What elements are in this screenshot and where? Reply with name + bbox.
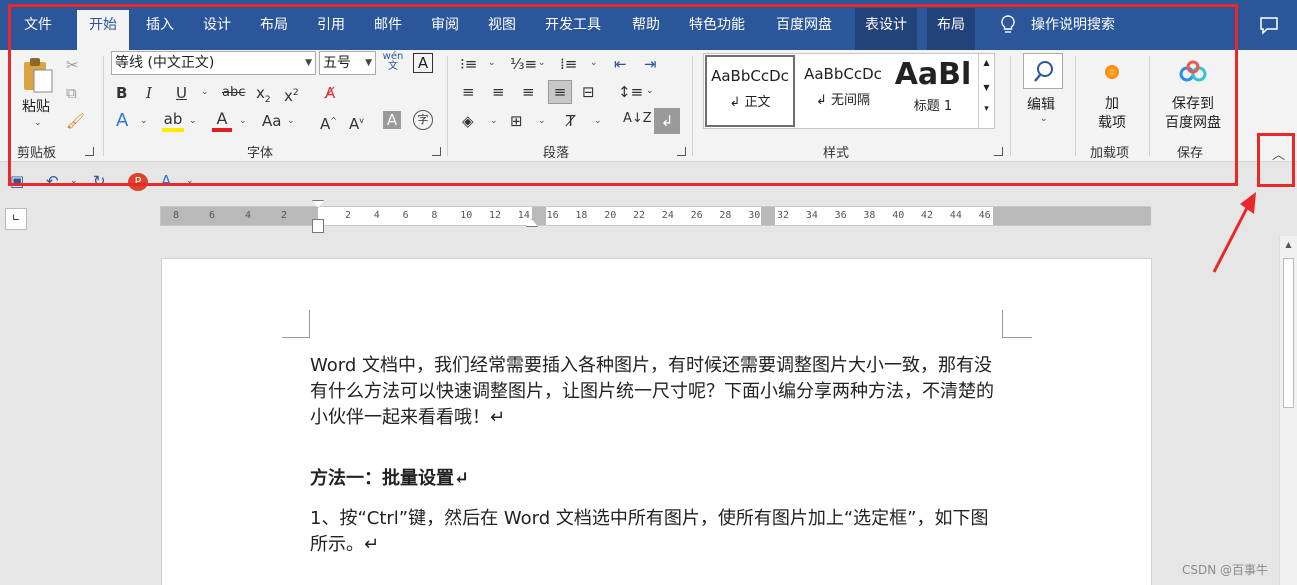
ruler-tick: 44: [949, 210, 962, 221]
ruler-tick: 22: [633, 210, 646, 221]
ruler-column-marker[interactable]: [761, 207, 775, 225]
scroll-up-icon[interactable]: ▲: [1280, 240, 1297, 249]
ruler-tick: 20: [604, 210, 617, 221]
highlight-ribbon-box: [8, 4, 1238, 186]
ruler-tick: 10: [460, 210, 473, 221]
ruler-tick: 34: [805, 210, 818, 221]
annotation-arrow: [1210, 190, 1260, 275]
body-paragraph[interactable]: 1、按“Ctrl”键，然后在 Word 文档选中所有图片，使所有图片加上“选定框…: [310, 506, 1000, 558]
ruler-tick: 6: [402, 210, 409, 221]
ruler-tick: 2: [281, 210, 288, 221]
body-paragraph[interactable]: Word 文档中，我们经常需要插入各种图片，有时候还需要调整图片大小一致，那有没…: [310, 353, 1000, 431]
tab-selector-icon[interactable]: ∟: [5, 208, 27, 230]
ruler-tick: 28: [719, 210, 732, 221]
ruler-tick: 40: [892, 210, 905, 221]
ruler-tick: 2: [345, 210, 352, 221]
ruler-tick: 26: [690, 210, 703, 221]
ruler-tick: 38: [863, 210, 876, 221]
ruler-tick: 8: [431, 210, 438, 221]
ruler-tick: 36: [834, 210, 847, 221]
ruler-tick: 12: [489, 210, 502, 221]
watermark: CSDN @百事牛: [1182, 563, 1269, 577]
ruler-tick: 42: [921, 210, 934, 221]
ruler-tick: 4: [245, 210, 252, 221]
ruler-tick: 32: [777, 210, 790, 221]
ruler-margin-left: [161, 207, 318, 225]
ruler-tick: 6: [209, 210, 216, 221]
hanging-indent-marker[interactable]: [312, 219, 324, 233]
ruler-tick: 8: [173, 210, 180, 221]
ruler-margin-right: [993, 207, 1151, 225]
ruler-tick: 24: [661, 210, 674, 221]
scroll-thumb[interactable]: [1283, 258, 1294, 408]
vertical-scrollbar[interactable]: ▲: [1279, 236, 1297, 585]
highlight-collapse-box: [1257, 133, 1295, 187]
ruler-tick: 46: [978, 210, 991, 221]
ruler-tick: 4: [373, 210, 380, 221]
ruler-tick: 16: [546, 210, 559, 221]
section-heading[interactable]: 方法一：批量设置↵: [310, 466, 1000, 492]
comments-icon[interactable]: [1258, 15, 1280, 35]
ruler-tick: 14: [517, 210, 530, 221]
ruler-tick: 30: [748, 210, 761, 221]
corner-mark: [1002, 310, 1032, 338]
corner-mark: [282, 310, 310, 338]
horizontal-ruler: 8 6 4 2 2 4 6 8 10 12 14 16 18 20 22 24 26 28 30 32 34 36…: [160, 200, 1151, 233]
ruler-tick: 18: [575, 210, 588, 221]
